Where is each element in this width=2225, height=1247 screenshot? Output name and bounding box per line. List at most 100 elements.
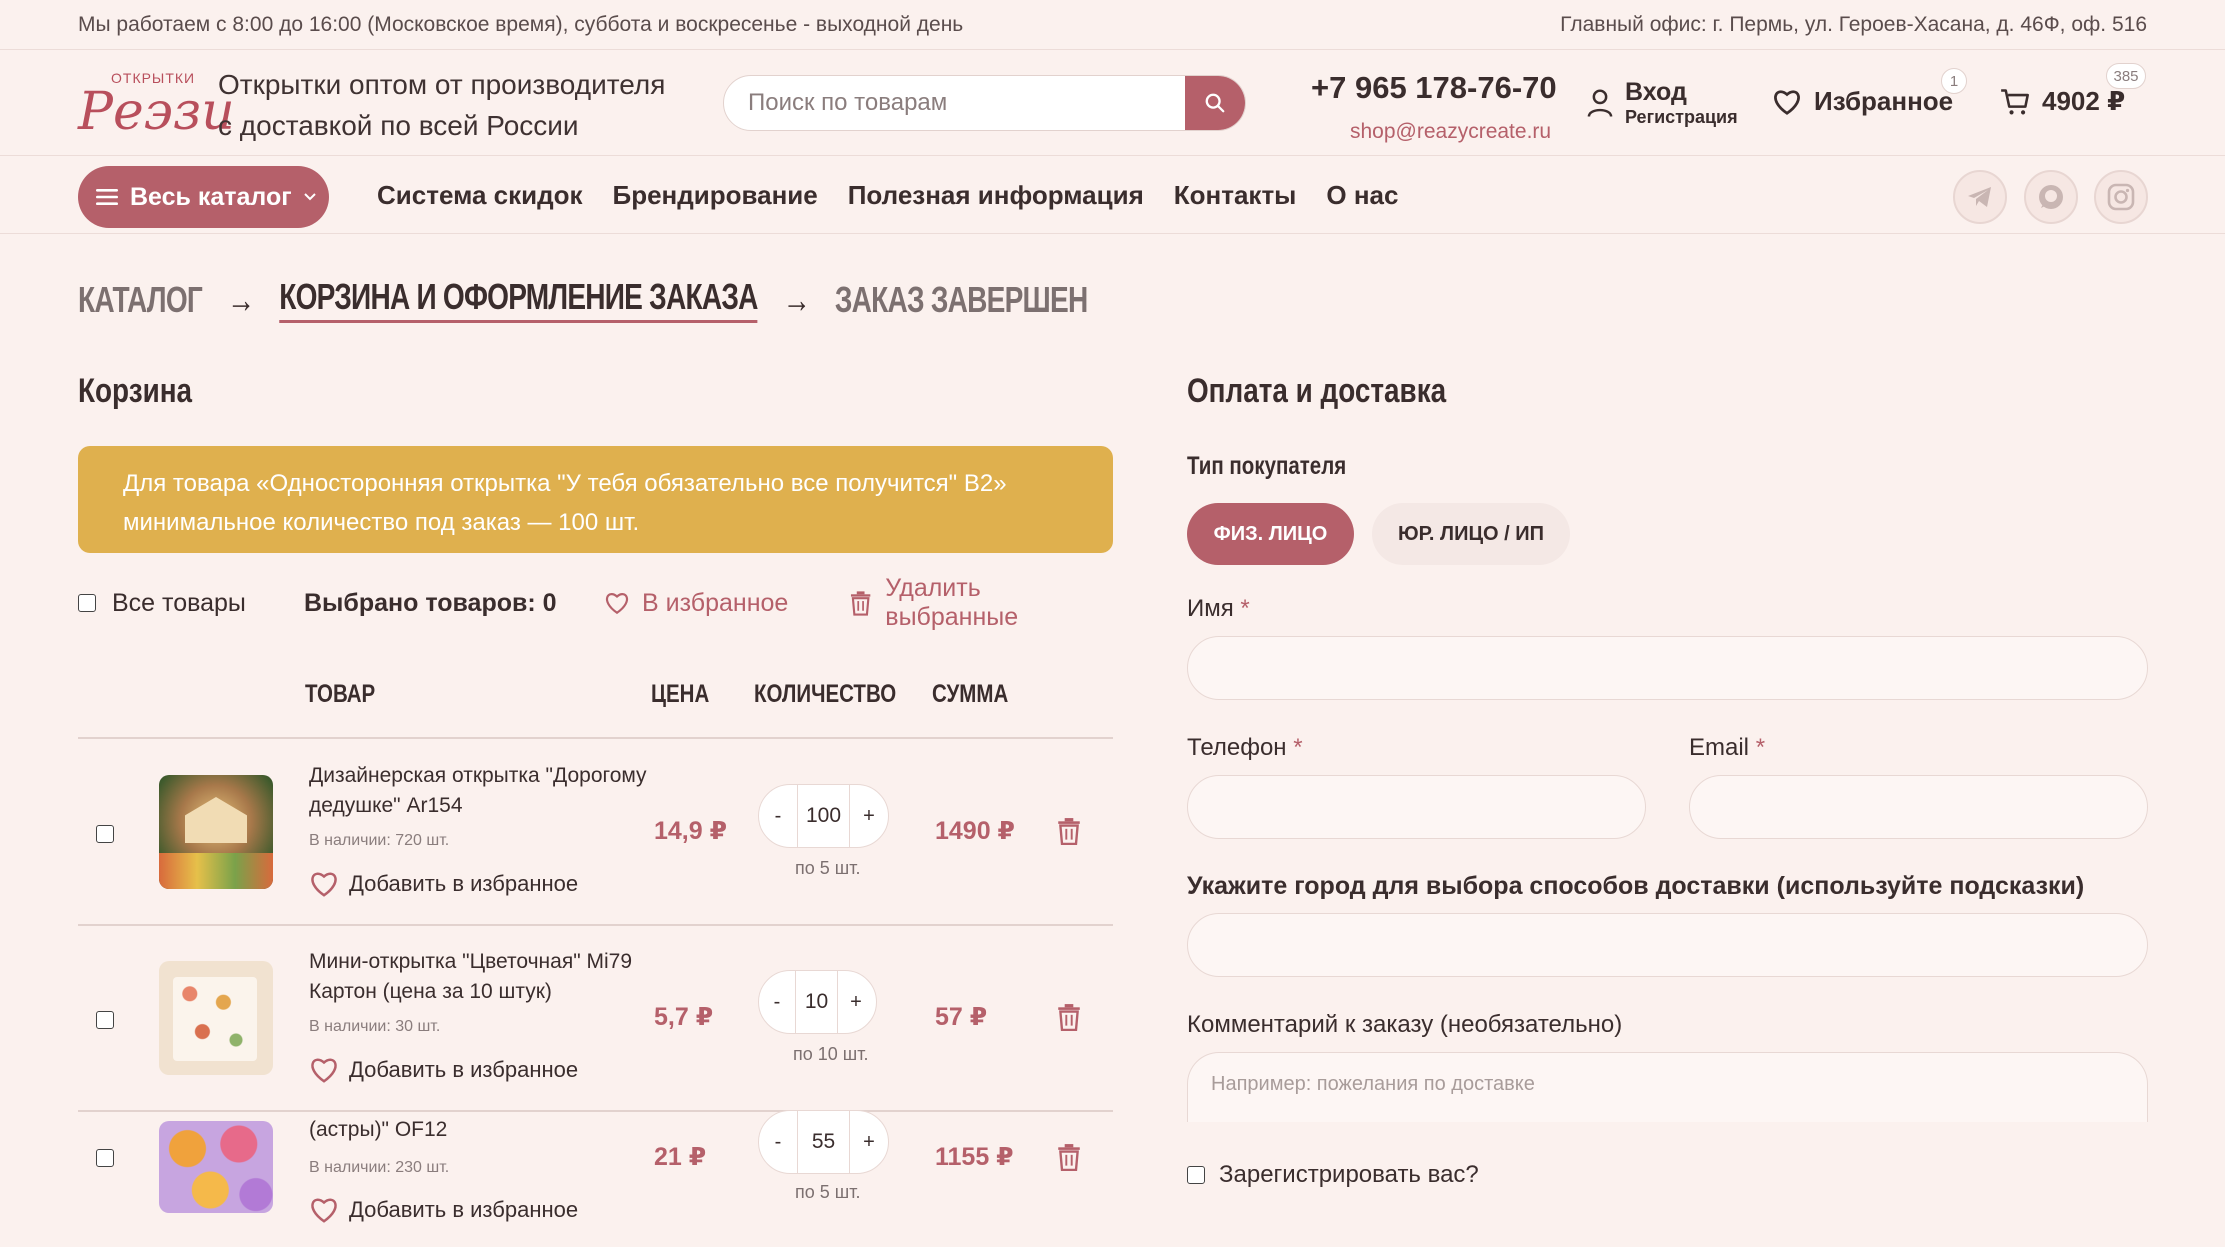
cart-total: 4902 ₽: [2042, 86, 2126, 116]
required-mark: *: [1293, 734, 1303, 761]
register-label[interactable]: Зарегистрировать вас?: [1219, 1161, 1479, 1189]
product-price: 14,9 ₽: [654, 817, 727, 845]
select-all-checkbox[interactable]: [78, 594, 96, 612]
search-box: [723, 75, 1246, 131]
name-label-text: Имя: [1187, 595, 1234, 622]
col-price: ЦЕНА: [651, 680, 710, 708]
increment-button[interactable]: +: [838, 991, 874, 1014]
catalog-button[interactable]: Весь каталог: [78, 166, 329, 228]
step-cart: КОРЗИНА И ОФОРМЛЕНИЕ ЗАКАЗА: [279, 276, 758, 323]
top-info-bar: Мы работаем с 8:00 до 16:00 (Московское …: [0, 0, 2225, 50]
phone-label: Телефон *: [1187, 734, 1303, 762]
heart-icon: [311, 1198, 337, 1223]
product-image[interactable]: [159, 775, 273, 889]
checkout-title: Оплата и доставка: [1187, 372, 1447, 410]
add-to-favorites-button[interactable]: Добавить в избранное: [309, 1056, 578, 1084]
email-link[interactable]: shop@reazycreate.ru: [1350, 120, 1551, 144]
menu-icon: [96, 189, 118, 205]
chat-button[interactable]: [2024, 170, 2078, 224]
step-complete: ЗАКАЗ ЗАВЕРШЕН: [834, 278, 1088, 320]
selected-count: Выбрано товаров: 0: [304, 588, 557, 617]
phone-number[interactable]: +7 965 178-76-70: [1311, 70, 1557, 106]
email-label-text: Email: [1689, 734, 1750, 761]
trash-icon[interactable]: [1056, 1003, 1082, 1031]
register-option: Зарегистрировать вас?: [1187, 1161, 1479, 1189]
favorites-link[interactable]: Избранное: [1772, 86, 1953, 117]
product-sum: 1155 ₽: [935, 1143, 1014, 1171]
main-nav: Весь каталог Система скидок Брендировани…: [0, 156, 2225, 234]
quantity-step: по 10 шт.: [793, 1044, 869, 1064]
nav-discounts[interactable]: Система скидок: [377, 180, 583, 211]
increment-button[interactable]: +: [850, 805, 888, 828]
increment-button[interactable]: +: [850, 1131, 888, 1154]
catalog-label: Весь каталог: [130, 182, 292, 211]
search-input[interactable]: [724, 76, 1164, 130]
col-product: ТОВАР: [305, 680, 376, 708]
decrement-button[interactable]: -: [759, 1131, 797, 1154]
heart-icon: [311, 1058, 337, 1083]
favorites-count-badge: 1: [1941, 68, 1967, 94]
nav-about[interactable]: О нас: [1326, 180, 1398, 211]
select-all-label[interactable]: Все товары: [112, 589, 246, 618]
row-checkbox[interactable]: [96, 825, 114, 843]
row-checkbox[interactable]: [96, 1011, 114, 1029]
product-image[interactable]: [159, 1121, 273, 1213]
cart-link[interactable]: 4902 ₽: [2000, 86, 2125, 117]
step-catalog[interactable]: КАТАЛОГ: [78, 279, 203, 321]
decrement-button[interactable]: -: [759, 805, 797, 828]
nav-useful-info[interactable]: Полезная информация: [848, 180, 1144, 211]
user-icon: [1587, 89, 1613, 117]
email-field[interactable]: [1689, 775, 2148, 839]
delete-selected-button[interactable]: Удалить выбранные: [850, 574, 1113, 632]
register-label[interactable]: Регистрация: [1625, 107, 1738, 128]
site-header: ОТКРЫТКИ Реэзи Открытки оптом от произво…: [0, 50, 2225, 156]
chat-icon: [2039, 185, 2063, 209]
trash-icon[interactable]: [1056, 1143, 1082, 1171]
city-field[interactable]: [1187, 913, 2148, 977]
add-to-favorites-label: Добавить в избранное: [349, 1057, 579, 1082]
product-name[interactable]: Мини-открытка "Цветочная" Mi79 Картон (ц…: [309, 947, 649, 1007]
product-stock: В наличии: 230 шт.: [309, 1159, 450, 1176]
buyer-type-label: Тип покупателя: [1187, 452, 1347, 480]
buyer-company-button[interactable]: ЮР. ЛИЦО / ИП: [1372, 503, 1570, 565]
name-field[interactable]: [1187, 636, 2148, 700]
quantity-step: по 5 шт.: [795, 1182, 861, 1202]
nav-contacts[interactable]: Контакты: [1174, 180, 1297, 211]
product-image[interactable]: [159, 961, 273, 1075]
move-to-favorites-button[interactable]: В избранное: [604, 589, 788, 618]
login-link[interactable]: Вход Регистрация: [1585, 78, 1738, 128]
cart-icon: [2001, 88, 2029, 114]
product-stock: В наличии: 720 шт.: [309, 832, 450, 849]
login-label: Вход: [1625, 78, 1687, 106]
table-row: (астры)" OF12 В наличии: 230 шт. Добавит…: [78, 1110, 1113, 1247]
product-name[interactable]: (астры)" OF12: [309, 1115, 649, 1145]
quantity-step: по 5 шт.: [795, 858, 861, 878]
add-to-favorites-label: Добавить в избранное: [349, 871, 579, 896]
add-to-favorites-button[interactable]: Добавить в избранное: [309, 870, 578, 898]
decrement-button[interactable]: -: [759, 991, 795, 1014]
chevron-down-icon: [303, 193, 316, 201]
phone-field[interactable]: [1187, 775, 1646, 839]
quantity-value[interactable]: 100: [797, 785, 850, 847]
product-name[interactable]: Дизайнерская открытка "Дорогому дедушке"…: [309, 761, 649, 821]
logo[interactable]: ОТКРЫТКИ Реэзи: [78, 68, 235, 140]
instagram-button[interactable]: [2094, 170, 2148, 224]
comment-field[interactable]: Например: пожелания по доставке: [1187, 1052, 2148, 1122]
city-label: Укажите город для выбора способов достав…: [1187, 872, 2085, 900]
trash-icon: [850, 591, 871, 616]
add-to-favorites-button[interactable]: Добавить в избранное: [309, 1196, 578, 1224]
product-stock: В наличии: 30 шт.: [309, 1018, 441, 1035]
product-price: 5,7 ₽: [654, 1003, 714, 1031]
register-checkbox[interactable]: [1187, 1166, 1205, 1184]
quantity-value[interactable]: 10: [795, 971, 838, 1033]
office-address: Главный офис: г. Пермь, ул. Героев-Хасан…: [1560, 12, 2147, 36]
quantity-value[interactable]: 55: [797, 1111, 850, 1173]
trash-icon[interactable]: [1056, 817, 1082, 845]
nav-branding[interactable]: Брендирование: [613, 180, 818, 211]
telegram-button[interactable]: [1953, 170, 2007, 224]
search-button[interactable]: [1185, 76, 1245, 130]
row-checkbox[interactable]: [96, 1149, 114, 1167]
buyer-person-button[interactable]: ФИЗ. ЛИЦО: [1187, 503, 1354, 565]
cart-title: Корзина: [78, 372, 193, 410]
required-mark: *: [1755, 734, 1766, 761]
